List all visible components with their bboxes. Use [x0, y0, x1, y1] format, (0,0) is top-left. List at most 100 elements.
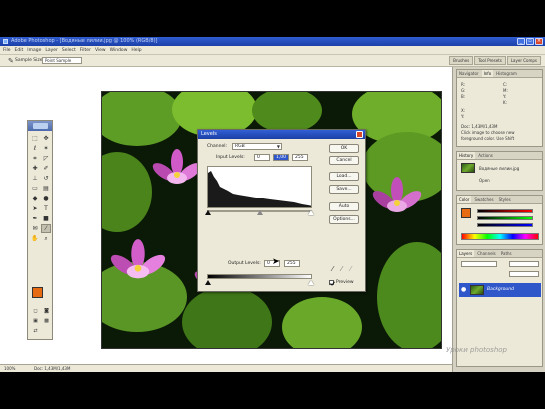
- dodge-tool-icon[interactable]: ●: [41, 194, 51, 203]
- pen-tool-icon[interactable]: ✒: [30, 214, 40, 223]
- lasso-tool-icon[interactable]: ℓ: [30, 144, 40, 153]
- history-panel-tabs: History Actions: [457, 152, 542, 160]
- save-button[interactable]: Save...: [329, 185, 359, 194]
- red-slider[interactable]: [477, 209, 533, 213]
- menu-filter[interactable]: Filter: [80, 48, 91, 53]
- eye-icon[interactable]: ●: [461, 286, 466, 293]
- maximize-icon[interactable]: ▫: [526, 38, 534, 45]
- tab-color[interactable]: Color: [457, 196, 472, 203]
- green-slider[interactable]: [477, 216, 533, 220]
- lily-pad: [102, 92, 182, 146]
- input-white-handle[interactable]: [308, 210, 314, 215]
- output-black-handle[interactable]: [205, 280, 211, 285]
- move-tool-icon[interactable]: ✥: [41, 134, 51, 143]
- tab-layers[interactable]: Layers: [457, 250, 475, 257]
- well-tab-brushes[interactable]: Brushes: [449, 56, 474, 65]
- tab-history[interactable]: History: [457, 152, 476, 159]
- fill-field[interactable]: [509, 271, 539, 277]
- input-black-field[interactable]: 0: [254, 154, 270, 161]
- layers-panel-tabs: Layers Channels Paths: [457, 250, 542, 258]
- tab-swatches[interactable]: Swatches: [472, 196, 496, 203]
- magic-wand-tool-icon[interactable]: ✶: [41, 144, 51, 153]
- sample-size-select[interactable]: Point Sample: [42, 57, 82, 64]
- hand-tool-icon[interactable]: ✋: [30, 234, 40, 243]
- close-icon[interactable]: [356, 131, 363, 138]
- auto-button[interactable]: Auto: [329, 202, 359, 211]
- color-swatches[interactable]: [32, 287, 50, 303]
- tab-histogram[interactable]: Histogram: [494, 70, 519, 77]
- crop-tool-icon[interactable]: ⌗: [30, 154, 40, 163]
- history-brush-tool-icon[interactable]: ↺: [41, 174, 51, 183]
- blur-tool-icon[interactable]: ◆: [30, 194, 40, 203]
- panel-foreground-swatch[interactable]: [461, 208, 471, 218]
- healing-brush-tool-icon[interactable]: ✚: [30, 164, 40, 173]
- brush-tool-icon[interactable]: ✐: [41, 164, 51, 173]
- eyedropper-tool-icon[interactable]: ✎: [8, 57, 14, 65]
- tab-info[interactable]: Info: [481, 70, 494, 77]
- imageready-jump-icon[interactable]: ⇄: [31, 327, 40, 335]
- menu-view[interactable]: View: [95, 48, 106, 53]
- slice-tool-icon[interactable]: ◸: [41, 154, 51, 163]
- quick-mask-icon[interactable]: ◙: [42, 307, 51, 315]
- window-title: Adobe Photoshop - [Водяные лилии.jpg @ 1…: [11, 38, 158, 44]
- blend-mode-select[interactable]: [461, 261, 497, 267]
- menu-image[interactable]: Image: [27, 48, 41, 53]
- type-tool-icon[interactable]: T: [41, 204, 51, 213]
- standard-mode-icon[interactable]: ◻: [31, 307, 40, 315]
- clone-stamp-tool-icon[interactable]: ⊥: [30, 174, 40, 183]
- info-x: X:: [461, 108, 466, 113]
- opacity-field[interactable]: [509, 261, 539, 267]
- output-white-handle[interactable]: [308, 280, 314, 285]
- eyedropper-tool-icon[interactable]: ⁄: [41, 224, 51, 233]
- input-gamma-field[interactable]: 1,00: [273, 154, 289, 161]
- channel-select[interactable]: RGB ▼: [232, 143, 282, 150]
- tab-navigator[interactable]: Navigator: [457, 70, 481, 77]
- menu-window[interactable]: Window: [110, 48, 128, 53]
- notes-tool-icon[interactable]: ✉: [30, 224, 40, 233]
- toolbox-header[interactable]: [28, 121, 52, 131]
- shape-tool-icon[interactable]: ■: [41, 214, 51, 223]
- options-button[interactable]: Options...: [329, 215, 359, 224]
- eraser-tool-icon[interactable]: ▭: [30, 184, 40, 193]
- output-white-field[interactable]: 255: [284, 260, 300, 267]
- history-item-open[interactable]: Open: [479, 178, 490, 183]
- well-tab-layer-comps[interactable]: Layer Comps: [506, 56, 541, 65]
- gradient-tool-icon[interactable]: ▤: [41, 184, 51, 193]
- zoom-tool-icon[interactable]: ⌕: [41, 234, 51, 243]
- input-black-handle[interactable]: [205, 210, 211, 215]
- layer-row-background[interactable]: ● Background: [459, 283, 541, 297]
- black-eyedropper-icon[interactable]: ⁄: [332, 266, 339, 274]
- tab-channels[interactable]: Channels: [475, 250, 498, 257]
- preview-checkbox[interactable]: [329, 280, 335, 286]
- color-spectrum-bar[interactable]: [461, 233, 539, 240]
- menu-file[interactable]: File: [3, 48, 11, 53]
- minimize-icon[interactable]: _: [517, 38, 525, 45]
- cancel-button[interactable]: Cancel: [329, 156, 359, 165]
- tab-paths[interactable]: Paths: [498, 250, 514, 257]
- menu-edit[interactable]: Edit: [15, 48, 24, 53]
- screen-mode-standard-icon[interactable]: ▣: [31, 317, 40, 325]
- tab-styles[interactable]: Styles: [496, 196, 513, 203]
- menu-layer[interactable]: Layer: [45, 48, 58, 53]
- well-tab-tool-presets[interactable]: Tool Presets: [474, 56, 506, 65]
- history-file-name[interactable]: Водяные лилии.jpg: [479, 166, 519, 171]
- marquee-tool-icon[interactable]: ⬚: [30, 134, 40, 143]
- history-snapshot-thumbnail[interactable]: [461, 163, 475, 173]
- menu-select[interactable]: Select: [62, 48, 76, 53]
- zoom-level[interactable]: 100%: [4, 366, 15, 371]
- path-selection-tool-icon[interactable]: ➤: [30, 204, 40, 213]
- input-gamma-handle[interactable]: [257, 210, 263, 215]
- tab-actions[interactable]: Actions: [476, 152, 495, 159]
- ok-button[interactable]: OK: [329, 144, 359, 153]
- white-eyedropper-icon[interactable]: ⁄: [350, 266, 357, 274]
- foreground-color-swatch[interactable]: [32, 287, 43, 298]
- gray-eyedropper-icon[interactable]: ⁄: [341, 266, 348, 274]
- menu-bar: File Edit Image Layer Select Filter View…: [0, 46, 545, 55]
- levels-dialog-title[interactable]: Levels: [198, 130, 365, 139]
- menu-help[interactable]: Help: [131, 48, 141, 53]
- screen-mode-full-icon[interactable]: ▩: [42, 317, 51, 325]
- input-white-field[interactable]: 255: [292, 154, 308, 161]
- load-button[interactable]: Load...: [329, 172, 359, 181]
- blue-slider[interactable]: [477, 223, 533, 227]
- close-icon[interactable]: ×: [535, 38, 543, 45]
